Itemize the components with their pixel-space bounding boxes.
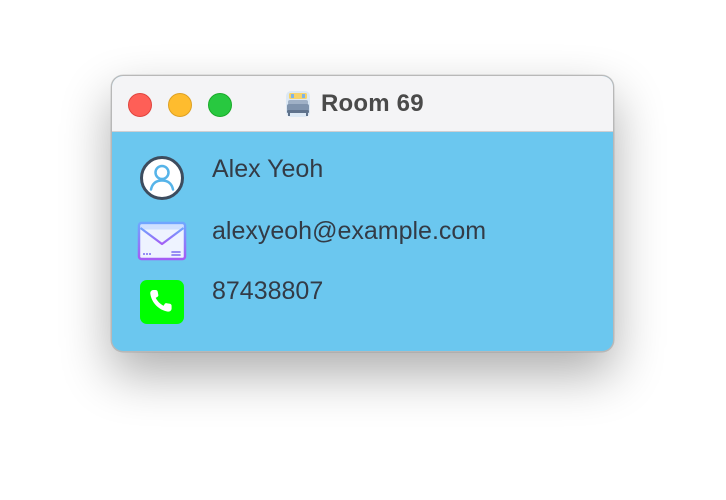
contact-name-row: Alex Yeoh [136,152,323,204]
desktop: Room 69 Alex Yeoh alexyeoh@example.com 8… [0,0,726,500]
close-button[interactable] [128,93,152,117]
room-bed-icon [286,91,310,117]
window-title: Room 69 [321,90,424,117]
phone-icon [140,280,184,324]
envelope-icon [137,221,187,261]
contact-name: Alex Yeoh [212,155,324,183]
person-icon [140,156,184,200]
window-title-group: Room 69 [283,88,424,120]
contact-phone: 87438807 [212,277,324,305]
contact-phone-row: 87438807 [136,274,323,326]
room-window: Room 69 Alex Yeoh alexyeoh@example.com 8… [111,75,614,352]
minimize-button[interactable] [168,93,192,117]
title-bar[interactable]: Room 69 [112,76,613,132]
contact-email: alexyeoh@example.com [212,217,487,245]
contact-email-row: alexyeoh@example.com [136,214,486,266]
zoom-button[interactable] [208,93,232,117]
